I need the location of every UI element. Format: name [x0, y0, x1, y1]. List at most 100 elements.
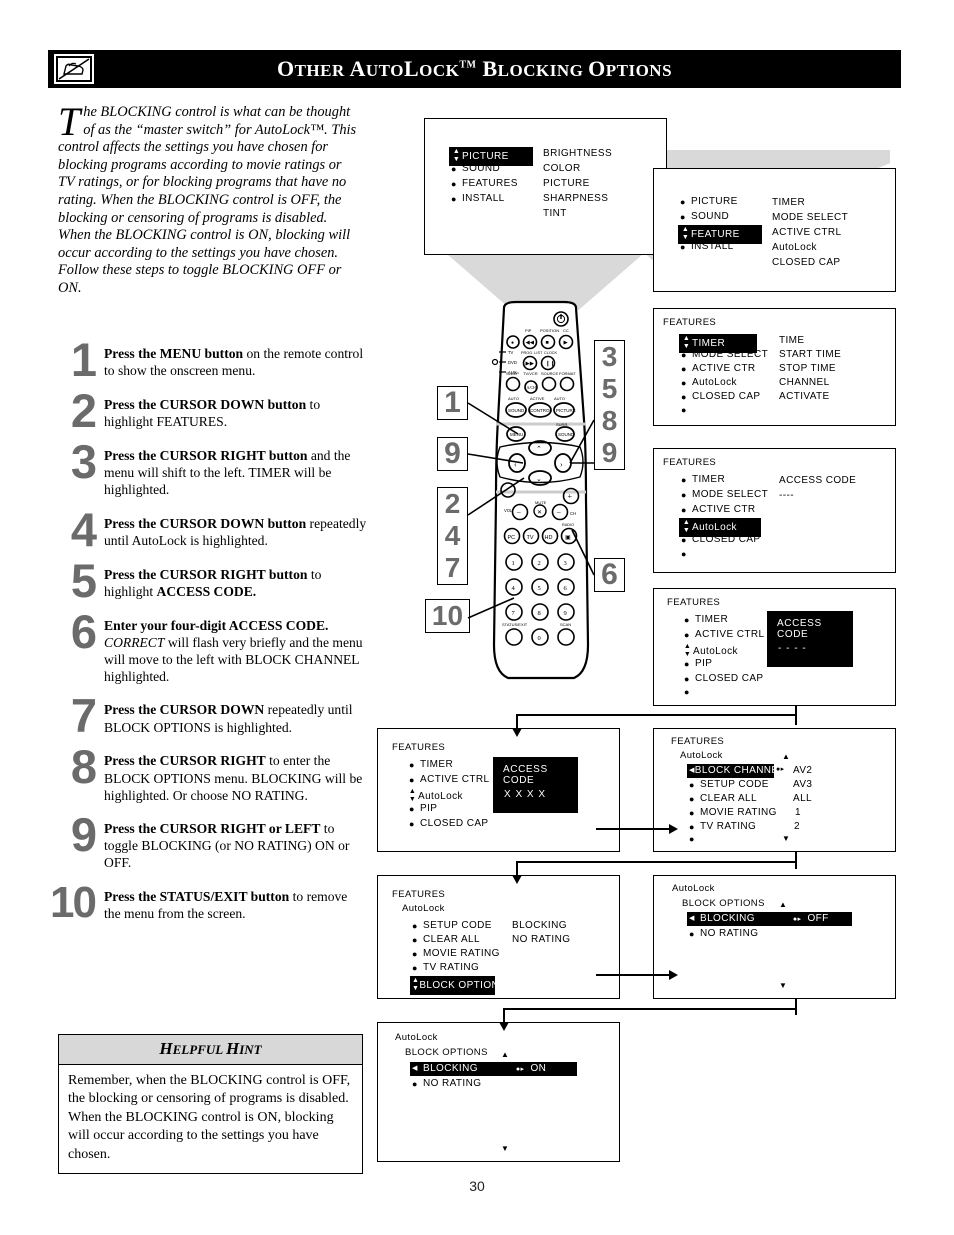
menu-item-autolock[interactable]: ▲ ▼ AutoLock	[682, 643, 738, 659]
menu-item-closed-cap[interactable]: ● CLOSED CAP	[681, 534, 760, 545]
submenu-item-tint[interactable]: TINT	[543, 208, 567, 219]
svg-text:−: −	[517, 508, 522, 517]
submenu-item-active-ctrl[interactable]: ACTIVE CTRL	[772, 227, 841, 238]
menu-item-closed-cap[interactable]: ● CLOSED CAP	[409, 818, 488, 829]
submenu-item-picture[interactable]: PICTURE	[543, 178, 590, 189]
step-number: 2	[70, 384, 97, 437]
submenu-item-sharpness[interactable]: SHARPNESS	[543, 193, 608, 204]
svg-text:3: 3	[564, 560, 567, 567]
menu-item-setup-code[interactable]: ● SETUP CODE	[689, 779, 769, 790]
menu-item-closed-cap[interactable]: ● CLOSED CAP	[684, 673, 763, 684]
submenu-item-time[interactable]: TIME	[779, 335, 805, 346]
menu-item-no-rating[interactable]: ● NO RATING	[689, 928, 758, 939]
step-bold-text: Enter your four-digit ACCESS CODE.	[104, 617, 329, 633]
submenu-item-start-time[interactable]: START TIME	[779, 349, 841, 360]
menu-item-active-ctr[interactable]: ● ACTIVE CTR	[681, 363, 755, 374]
bullet-icon: ●	[684, 614, 690, 625]
submenu-item-brightness[interactable]: BRIGHTNESS	[543, 148, 612, 159]
submenu-value-av2[interactable]: AV2	[793, 765, 812, 776]
submenu-item-activate[interactable]: ACTIVATE	[779, 391, 830, 402]
scroll-up-icon[interactable]: ▲	[779, 901, 787, 909]
menu-item-setup-code[interactable]: ● SETUP CODE	[412, 920, 492, 931]
scroll-down-icon[interactable]: ▼	[782, 835, 790, 843]
menu-item-timer[interactable]: ● TIMER	[684, 614, 728, 625]
menu-item-install[interactable]: ● INSTALL	[451, 193, 505, 204]
svg-text:PIP: PIP	[525, 328, 532, 333]
step-text: Press the CURSOR RIGHT to enter the BLOC…	[104, 747, 367, 804]
osd-screen-features-autolock: FEATURES ● TIMER ● MODE SELECT ● ACTIVE CTR…	[653, 448, 896, 573]
scroll-down-icon[interactable]: ▼	[501, 1145, 509, 1153]
menu-item-block-options[interactable]: ▲ ▼ BLOCK OPTIONS	[410, 976, 506, 995]
menu-item-autolock[interactable]: ▲ ▼ AutoLock	[407, 788, 463, 804]
menu-item-features[interactable]: ● FEATURES	[451, 178, 518, 189]
submenu-item-timer[interactable]: TIMER	[772, 197, 805, 208]
bullet-icon: ●	[680, 211, 686, 222]
step-number: 10	[50, 877, 97, 927]
scroll-up-icon[interactable]: ▲	[501, 1051, 509, 1059]
submenu-value-all[interactable]: ALL	[793, 793, 812, 804]
svg-text:5: 5	[538, 585, 541, 592]
menu-item-no-rating[interactable]: ● NO RATING	[412, 1078, 481, 1089]
menu-item-install[interactable]: ● INSTALL	[680, 241, 734, 252]
menu-item-sound[interactable]: ● SOUND	[451, 163, 500, 174]
svg-text:CC: CC	[563, 328, 569, 333]
svg-text:0: 0	[538, 635, 541, 642]
svg-text:MUTE: MUTE	[535, 500, 547, 505]
menu-item-sound[interactable]: ● SOUND	[680, 211, 729, 222]
submenu-value-movie[interactable]: 1	[795, 807, 801, 818]
arrowhead-icon	[669, 824, 678, 834]
submenu-item-no-rating[interactable]: NO RATING	[512, 934, 570, 945]
helpful-hint-body: Remember, when the BLOCKING control is O…	[68, 1073, 351, 1162]
svg-text:PICTURE: PICTURE	[556, 408, 576, 413]
menu-item-movie-rating[interactable]: ● MOVIE RATING	[412, 948, 500, 959]
menu-item-movie-rating[interactable]: ● MOVIE RATING	[689, 807, 777, 818]
menu-item-empty: ●	[684, 687, 695, 697]
osd-heading: FEATURES	[671, 736, 725, 747]
osd-heading: FEATURES	[392, 889, 446, 900]
submenu-item-mode-select[interactable]: MODE SELECT	[772, 212, 848, 223]
submenu-item-blocking[interactable]: BLOCKING	[512, 920, 567, 931]
submenu-item-access-code[interactable]: ACCESS CODE	[779, 475, 856, 486]
updown-arrow-icon: ▲ ▼	[412, 977, 420, 992]
menu-item-mode-select[interactable]: ● MODE SELECT	[681, 349, 768, 360]
scroll-up-icon[interactable]: ▲	[782, 753, 790, 761]
menu-item-active-ctrl[interactable]: ● ACTIVE CTRL	[684, 629, 764, 640]
menu-item-empty: ●	[681, 549, 692, 559]
menu-item-tv-rating[interactable]: ● TV RATING	[412, 962, 479, 973]
menu-item-pip[interactable]: ● PIP	[684, 658, 712, 669]
scroll-down-icon[interactable]: ▼	[779, 982, 787, 990]
menu-item-clear-all[interactable]: ● CLEAR ALL	[412, 934, 480, 945]
menu-item-blocking[interactable]: ◀ BLOCKING ●▸ ON	[410, 1062, 577, 1076]
submenu-item-channel[interactable]: CHANNEL	[779, 377, 830, 388]
submenu-value-tv[interactable]: 2	[794, 821, 800, 832]
menu-item-pip[interactable]: ● PIP	[409, 803, 437, 814]
svg-text:⌃: ⌃	[536, 445, 542, 453]
bullet-icon: ●	[689, 928, 695, 939]
menu-item-clear-all[interactable]: ● CLEAR ALL	[689, 793, 757, 804]
menu-item-picture[interactable]: ● PICTURE	[680, 196, 738, 207]
menu-item-label: NO RATING	[423, 1078, 482, 1089]
menu-item-autolock[interactable]: ● AutoLock	[681, 377, 737, 388]
menu-item-active-ctr[interactable]: ● ACTIVE CTR	[681, 504, 755, 515]
menu-item-block-channel[interactable]: ◀ BLOCK CHANNEL	[687, 764, 784, 778]
submenu-item-color[interactable]: COLOR	[543, 163, 581, 174]
osd-heading: AutoLock	[672, 883, 715, 894]
menu-item-timer[interactable]: ● TIMER	[409, 759, 453, 770]
menu-item-timer[interactable]: ● TIMER	[681, 474, 725, 485]
menu-item-active-ctrl[interactable]: ● ACTIVE CTRL	[409, 774, 489, 785]
intro-paragraph: The BLOCKING control is what can be thou…	[58, 102, 360, 298]
submenu-value-av3[interactable]: AV3	[793, 779, 812, 790]
menu-item-tv-rating[interactable]: ● TV RATING	[689, 821, 756, 832]
bullet-icon: ●	[412, 920, 418, 931]
step-item-8: 8 Press the CURSOR RIGHT to enter the BL…	[32, 743, 367, 804]
menu-item-label: BLOCK CHANNEL	[694, 765, 785, 776]
menu-item-mode-select[interactable]: ● MODE SELECT	[681, 489, 768, 500]
menu-item-blocking[interactable]: ◀ BLOCKING ●▸ OFF	[687, 912, 852, 926]
submenu-item-autolock[interactable]: AutoLock	[772, 242, 817, 253]
menu-item-label: PICTURE	[691, 196, 738, 207]
menu-item-label: CLOSED CAP	[695, 673, 764, 684]
menu-item-closed-cap[interactable]: ● CLOSED CAP	[681, 391, 760, 402]
submenu-item-stop-time[interactable]: STOP TIME	[779, 363, 836, 374]
step-number: 5	[70, 553, 97, 607]
submenu-item-closed-cap[interactable]: CLOSED CAP	[772, 257, 840, 268]
